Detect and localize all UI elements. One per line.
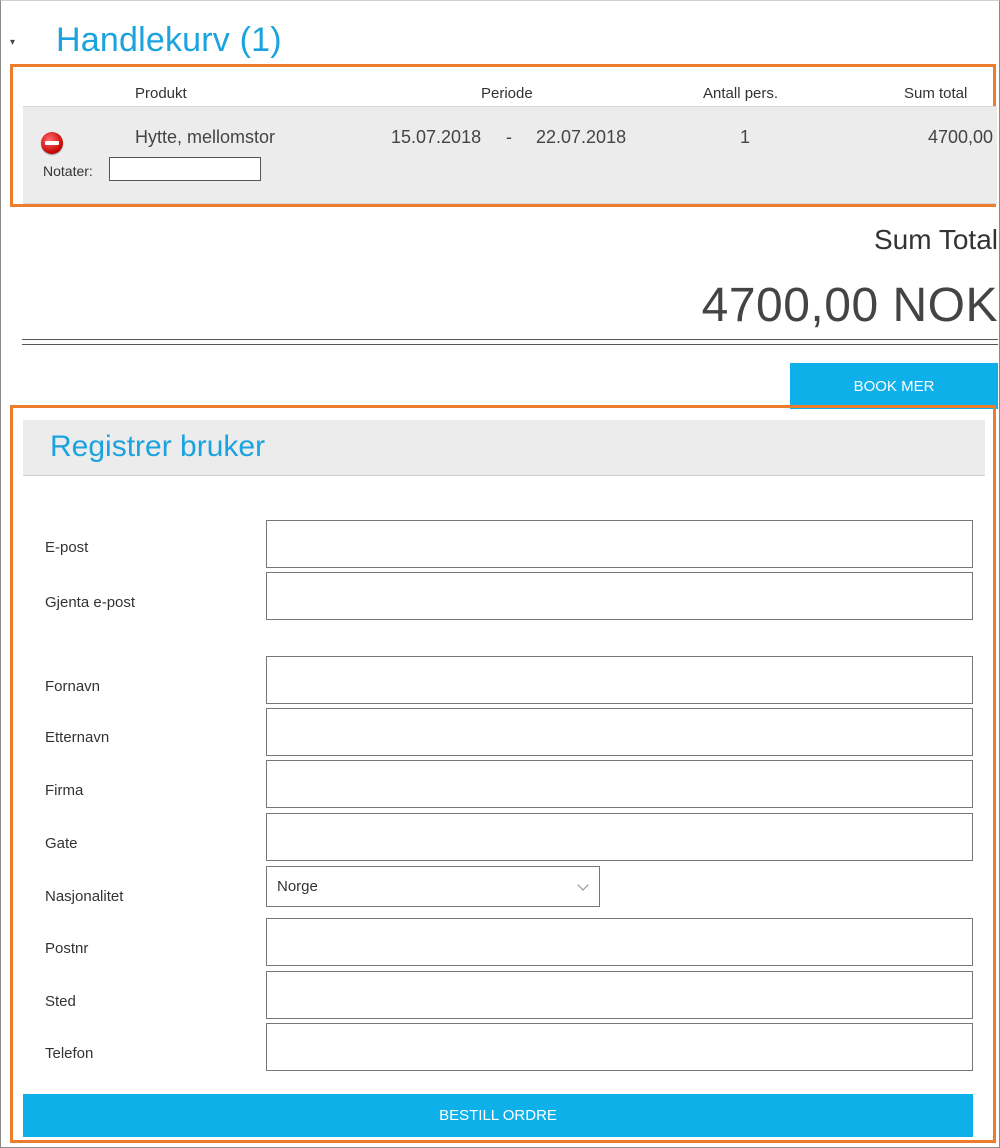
column-header-sum: Sum total bbox=[904, 85, 968, 102]
column-header-persons: Antall pers. bbox=[703, 85, 779, 102]
cart-date-separator: - bbox=[506, 127, 512, 147]
nationality-selected-value: Norge bbox=[277, 878, 318, 895]
email-repeat-field[interactable] bbox=[266, 572, 973, 620]
collapse-caret-icon[interactable]: ▾ bbox=[10, 37, 24, 48]
street-field[interactable] bbox=[266, 813, 973, 861]
company-field[interactable] bbox=[266, 760, 973, 808]
phone-field[interactable] bbox=[266, 1023, 973, 1071]
column-header-product: Produkt bbox=[135, 85, 187, 102]
sum-total-value: 4700,00 NOK bbox=[701, 279, 998, 332]
notes-input[interactable] bbox=[109, 157, 261, 181]
company-label: Firma bbox=[45, 782, 84, 799]
register-header: Registrer bruker bbox=[23, 420, 985, 476]
nationality-label: Nasjonalitet bbox=[45, 888, 124, 905]
cart-sum: 4700,00 bbox=[928, 127, 994, 147]
first-name-field[interactable] bbox=[266, 656, 973, 704]
email-field[interactable] bbox=[266, 520, 973, 568]
phone-label: Telefon bbox=[45, 1045, 94, 1062]
cart-header[interactable]: ▾ Handlekurv (1) bbox=[10, 15, 282, 65]
cart-title: Handlekurv (1) bbox=[56, 20, 282, 59]
last-name-label: Etternavn bbox=[45, 729, 110, 746]
sum-total-label: Sum Total bbox=[874, 224, 998, 255]
nationality-select[interactable]: Norge bbox=[266, 866, 600, 907]
cart-section: Produkt Periode Antall pers. Sum total H… bbox=[10, 64, 997, 207]
divider bbox=[22, 339, 998, 345]
city-label: Sted bbox=[45, 993, 76, 1010]
register-title: Registrer bruker bbox=[50, 430, 266, 463]
cart-date-from: 15.07.2018 bbox=[391, 127, 482, 147]
remove-item-icon[interactable] bbox=[41, 132, 63, 154]
cart-row: Hytte, mellomstor 15.07.2018 - 22.07.201… bbox=[23, 106, 997, 204]
chevron-down-icon bbox=[577, 879, 589, 891]
register-section: Registrer bruker E-post Gjenta e-post Fo… bbox=[10, 405, 996, 1143]
first-name-label: Fornavn bbox=[45, 678, 101, 695]
cart-product-name: Hytte, mellomstor bbox=[135, 127, 276, 147]
street-label: Gate bbox=[45, 835, 78, 852]
column-header-period: Periode bbox=[481, 85, 533, 102]
cart-persons: 1 bbox=[740, 127, 751, 147]
notes-label: Notater: bbox=[43, 163, 93, 179]
postcode-label: Postnr bbox=[45, 940, 89, 957]
city-field[interactable] bbox=[266, 971, 973, 1019]
postcode-field[interactable] bbox=[266, 918, 973, 966]
cart-date-to: 22.07.2018 bbox=[536, 127, 627, 147]
email-repeat-label: Gjenta e-post bbox=[45, 594, 136, 611]
book-more-button[interactable]: BOOK MER bbox=[790, 363, 998, 409]
place-order-button[interactable]: BESTILL ORDRE bbox=[23, 1094, 973, 1137]
email-label: E-post bbox=[45, 539, 89, 556]
last-name-field[interactable] bbox=[266, 708, 973, 756]
